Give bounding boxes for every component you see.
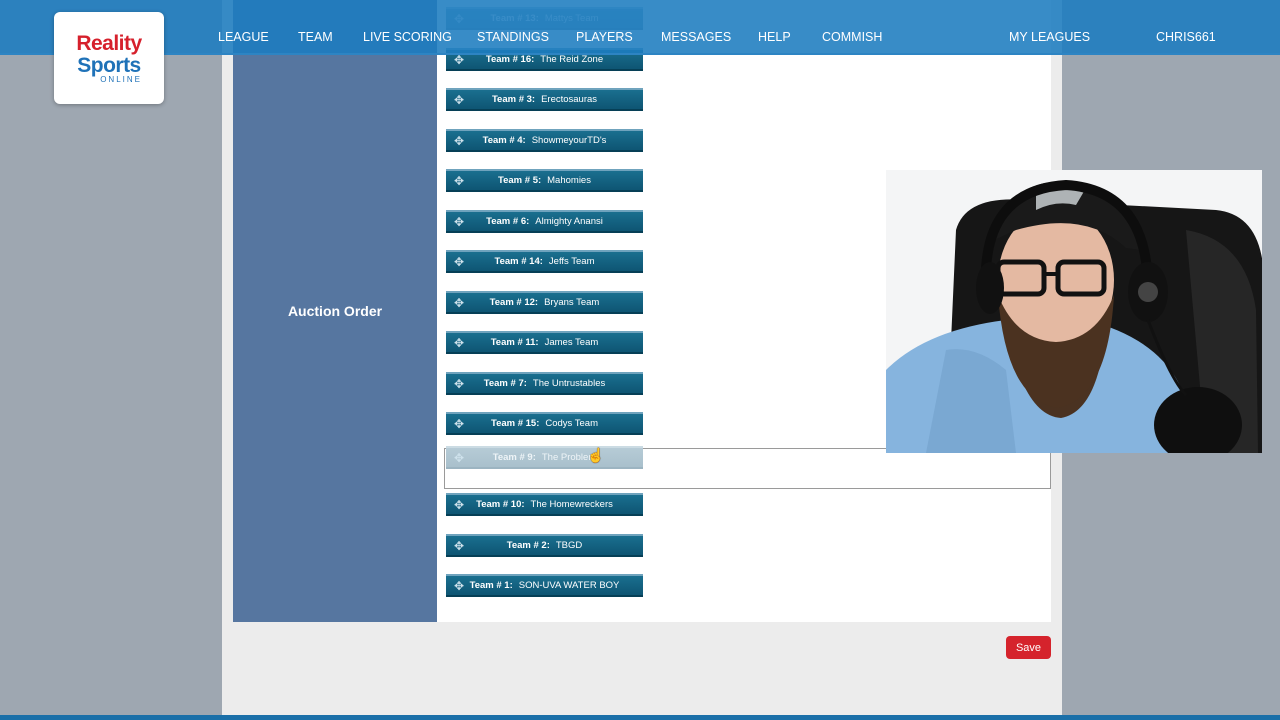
webcam-person-image	[886, 170, 1262, 453]
team-name: The Reid Zone	[540, 54, 604, 65]
logo-text-reality: Reality	[76, 31, 142, 55]
nav-messages[interactable]: MESSAGES	[661, 30, 731, 44]
team-order-list: ✥Team # 13:Mattys Team✥Team # 16:The Rei…	[446, 0, 644, 622]
team-order-item[interactable]: ✥ Team # 2: TBGD	[446, 534, 643, 557]
team-name: Codys Team	[545, 418, 599, 429]
team-number: Team # 1:	[469, 580, 513, 591]
team-name: Erectosauras	[541, 94, 598, 105]
team-order-item[interactable]: ✥ Team # 14: Jeffs Team	[446, 250, 643, 273]
team-order-item[interactable]: ✥ Team # 10: The Homewreckers	[446, 493, 643, 516]
drag-handle-icon[interactable]: ✥	[454, 580, 464, 592]
drag-handle-icon[interactable]: ✥	[454, 297, 464, 309]
team-name: Jeffs Team	[548, 256, 595, 267]
team-number: Team # 9:	[492, 452, 536, 463]
logo-text-online: ONLINE	[100, 74, 142, 84]
drag-handle-icon[interactable]: ✥	[454, 216, 464, 228]
team-name: ShowmeyourTD's	[531, 135, 607, 146]
nav-user-menu[interactable]: CHRIS661	[1156, 30, 1216, 44]
drag-handle-icon[interactable]: ✥	[454, 175, 464, 187]
drag-handle-icon[interactable]: ✥	[454, 135, 464, 147]
team-name: Bryans Team	[544, 297, 600, 308]
team-number: Team # 2:	[506, 540, 550, 551]
team-order-item[interactable]: ✥ Team # 9: The Problem	[446, 446, 643, 469]
bottom-bar	[0, 715, 1280, 720]
team-number: Team # 5:	[498, 175, 542, 186]
drag-handle-icon[interactable]: ✥	[454, 418, 464, 430]
nav-team[interactable]: TEAM	[298, 30, 333, 44]
team-number: Team # 16:	[485, 54, 535, 65]
drag-handle-icon[interactable]: ✥	[454, 499, 464, 511]
nav-standings[interactable]: STANDINGS	[477, 30, 549, 44]
reality-sports-logo[interactable]: Reality Sports ONLINE	[54, 12, 164, 104]
nav-help[interactable]: HELP	[758, 30, 791, 44]
team-order-item[interactable]: ✥ Team # 1: SON-UVA WATER BOY	[446, 574, 643, 597]
team-name: Almighty Anansi	[535, 216, 603, 227]
team-name: SON-UVA WATER BOY	[518, 580, 620, 591]
nav-league[interactable]: LEAGUE	[218, 30, 269, 44]
team-order-item[interactable]: ✥ Team # 15: Codys Team	[446, 412, 643, 435]
top-navigation-bar: LEAGUE TEAM LIVE SCORING STANDINGS PLAYE…	[0, 0, 1280, 55]
team-name: Mahomies	[547, 175, 591, 186]
nav-my-leagues[interactable]: MY LEAGUES	[1009, 30, 1090, 44]
nav-live-scoring[interactable]: LIVE SCORING	[363, 30, 452, 44]
nav-commish[interactable]: COMMISH	[822, 30, 882, 44]
team-order-item[interactable]: ✥ Team # 7: The Untrustables	[446, 372, 643, 395]
nav-players[interactable]: PLAYERS	[576, 30, 633, 44]
drag-handle-icon[interactable]: ✥	[454, 540, 464, 552]
team-order-item[interactable]: ✥ Team # 5: Mahomies	[446, 169, 643, 192]
team-order-item[interactable]: ✥ Team # 12: Bryans Team	[446, 291, 643, 314]
team-name: James Team	[544, 337, 599, 348]
hand-cursor-icon: ☝	[587, 447, 605, 463]
team-name: The Homewreckers	[530, 499, 613, 510]
team-number: Team # 4:	[482, 135, 526, 146]
logo-text-sports: Sports	[77, 53, 141, 77]
team-order-item[interactable]: ✥ Team # 3: Erectosauras	[446, 88, 643, 111]
team-number: Team # 7:	[483, 378, 527, 389]
team-number: Team # 3:	[491, 94, 536, 105]
team-number: Team # 12:	[489, 297, 539, 308]
drag-handle-icon[interactable]: ✥	[454, 256, 464, 268]
team-order-item[interactable]: ✥ Team # 6: Almighty Anansi	[446, 210, 643, 233]
team-order-item[interactable]: ✥ Team # 4: ShowmeyourTD's	[446, 129, 643, 152]
drag-handle-icon[interactable]: ✥	[454, 337, 464, 349]
team-number: Team # 14:	[494, 256, 543, 267]
drag-handle-icon[interactable]: ✥	[454, 54, 464, 66]
team-number: Team # 15:	[490, 418, 540, 429]
drag-handle-icon[interactable]: ✥	[454, 378, 464, 390]
webcam-overlay	[886, 170, 1262, 453]
auction-order-label: Auction Order	[287, 303, 383, 319]
drag-handle-icon[interactable]: ✥	[454, 452, 464, 464]
drag-handle-icon[interactable]: ✥	[454, 94, 464, 106]
team-number: Team # 10:	[476, 499, 525, 510]
team-name: TBGD	[555, 540, 583, 551]
team-number: Team # 11:	[490, 337, 539, 348]
save-button[interactable]: Save	[1006, 636, 1051, 659]
team-number: Team # 6:	[486, 216, 530, 227]
team-order-item[interactable]: ✥ Team # 11: James Team	[446, 331, 643, 354]
auction-order-label-column: Auction Order	[233, 0, 437, 622]
team-name: The Untrustables	[532, 378, 606, 389]
